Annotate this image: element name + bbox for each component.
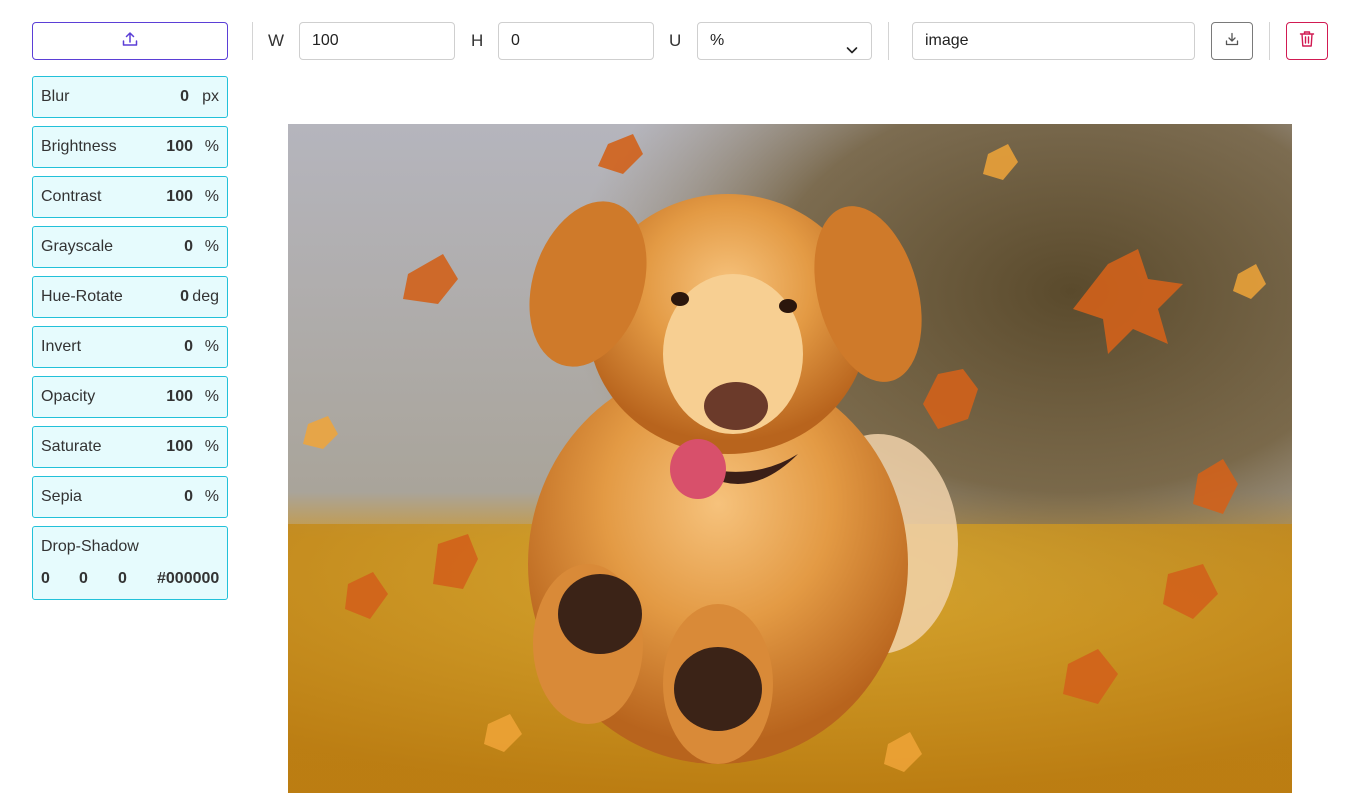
filter-grayscale[interactable]: Grayscale 0% <box>32 226 228 268</box>
filter-label: Saturate <box>41 438 102 455</box>
image-preview <box>288 124 1292 793</box>
width-input[interactable]: 100 <box>299 22 455 60</box>
filter-brightness[interactable]: Brightness 100% <box>32 126 228 168</box>
height-input[interactable]: 0 <box>498 22 654 60</box>
filename-input[interactable]: image <box>912 22 1195 60</box>
upload-button[interactable] <box>32 22 228 60</box>
filter-unit: % <box>204 438 219 455</box>
drop-shadow-y[interactable]: 0 <box>79 570 88 588</box>
filter-value-input[interactable]: 100 <box>166 377 193 417</box>
filter-value-input[interactable]: 100 <box>166 177 193 217</box>
unit-label: U <box>669 31 682 50</box>
unit-select[interactable]: % <box>697 22 872 60</box>
filter-unit: % <box>204 138 219 155</box>
filter-label: Hue-Rotate <box>41 288 123 305</box>
filter-hue-rotate[interactable]: Hue-Rotate 0 deg <box>32 276 228 318</box>
filter-unit: % <box>204 388 219 405</box>
filter-sepia[interactable]: Sepia 0% <box>32 476 228 518</box>
drop-shadow-x[interactable]: 0 <box>41 570 50 588</box>
filter-value-input[interactable]: 0 <box>184 327 193 367</box>
drop-shadow-control[interactable]: Drop-Shadow 0 0 0 #000000 <box>32 526 228 600</box>
toolbar-divider <box>1269 22 1270 60</box>
filter-label: Sepia <box>41 488 82 505</box>
filter-opacity[interactable]: Opacity 100% <box>32 376 228 418</box>
filter-unit: px <box>202 88 219 105</box>
filter-unit: deg <box>192 288 219 305</box>
upload-icon <box>121 30 139 53</box>
filter-label: Grayscale <box>41 238 114 255</box>
width-label: W <box>268 31 285 50</box>
drop-shadow-blur[interactable]: 0 <box>118 570 127 588</box>
filter-value-input[interactable]: 0 <box>184 477 193 517</box>
height-label: H <box>471 31 484 50</box>
filter-contrast[interactable]: Contrast 100% <box>32 176 228 218</box>
filter-label: Invert <box>41 338 82 355</box>
drop-shadow-color[interactable]: #000000 <box>157 570 219 588</box>
trash-icon <box>1299 30 1315 53</box>
filter-value-input[interactable]: 100 <box>166 427 193 467</box>
filter-blur[interactable]: Blur 0 px <box>32 76 228 118</box>
filter-saturate[interactable]: Saturate 100% <box>32 426 228 468</box>
filter-value-input[interactable]: 0 <box>180 277 189 317</box>
filter-value-input[interactable]: 0 <box>180 77 189 117</box>
toolbar-divider <box>888 22 889 60</box>
filter-label: Contrast <box>41 188 102 205</box>
download-button[interactable] <box>1211 22 1253 60</box>
download-icon <box>1224 31 1240 52</box>
filter-label: Blur <box>41 88 70 105</box>
filter-value-input[interactable]: 0 <box>184 227 193 267</box>
toolbar-divider <box>252 22 253 60</box>
drop-shadow-label: Drop-Shadow <box>41 538 139 555</box>
delete-button[interactable] <box>1286 22 1328 60</box>
filter-label: Brightness <box>41 138 117 155</box>
filter-unit: % <box>204 188 219 205</box>
unit-select-value: % <box>710 32 725 49</box>
chevron-down-icon <box>845 35 859 71</box>
filter-unit: % <box>204 338 219 355</box>
filter-label: Opacity <box>41 388 96 405</box>
filter-unit: % <box>204 238 219 255</box>
filter-invert[interactable]: Invert 0% <box>32 326 228 368</box>
filter-value-input[interactable]: 100 <box>166 127 193 167</box>
filter-unit: % <box>204 488 219 505</box>
